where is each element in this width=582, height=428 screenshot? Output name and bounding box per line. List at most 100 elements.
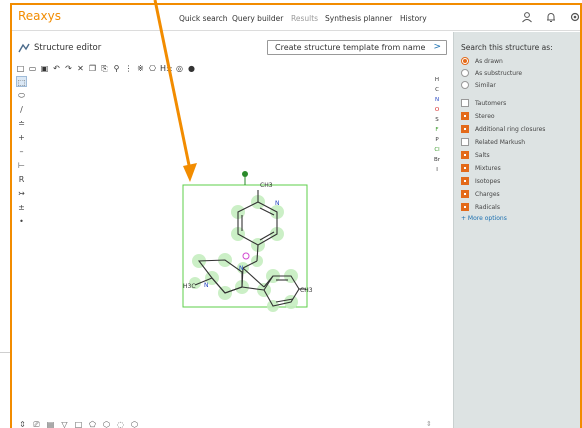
notification-bell-icon[interactable] — [545, 11, 557, 23]
checkbox-related-markush[interactable]: Related Markush — [461, 138, 525, 146]
checkbox-charges[interactable]: Charges — [461, 190, 500, 198]
template-library-icon[interactable]: ▤ — [46, 420, 55, 428]
select-tool-icon[interactable]: ⬚ — [16, 76, 27, 87]
element-c[interactable]: C — [435, 86, 439, 94]
checkbox-isotopes[interactable]: Isotopes — [461, 177, 500, 185]
radio-button-selected[interactable] — [461, 57, 469, 65]
radio-as-substructure[interactable]: As substructure — [461, 69, 522, 77]
new-icon[interactable]: □ — [16, 64, 25, 73]
checkbox-checked[interactable] — [461, 190, 469, 198]
checkbox-checked[interactable] — [461, 177, 469, 185]
copy-icon[interactable]: ❐ — [88, 64, 97, 73]
atom-map-icon[interactable]: ◎ — [175, 64, 184, 73]
settings-gear-icon[interactable] — [569, 11, 580, 23]
checkbox-additional-ring-closures[interactable]: Additional ring closures — [461, 125, 545, 133]
sgroup-tool-icon[interactable]: ⊢ — [16, 160, 27, 171]
plus-reaction-icon[interactable]: ± — [16, 202, 27, 213]
template-cyclopropane-icon[interactable]: ▽ — [60, 420, 69, 428]
undo-icon[interactable]: ↶ — [52, 64, 61, 73]
checkbox-salts[interactable]: Salts — [461, 151, 490, 159]
element-s[interactable]: S — [435, 116, 439, 124]
template-more-icon[interactable]: ⬡ — [130, 420, 139, 428]
create-template-from-name-button[interactable]: Create structure template from name > — [267, 40, 447, 55]
template-arrows-icon[interactable]: ⇕ — [18, 420, 27, 428]
clean-icon[interactable]: ※ — [136, 64, 145, 73]
paste-icon[interactable]: ⎘ — [100, 64, 109, 73]
scroll-arrows-icon[interactable]: ⇕ — [426, 420, 432, 428]
checkbox-label: Salts — [475, 151, 490, 159]
element-o[interactable]: O — [435, 106, 439, 114]
checkbox[interactable] — [461, 99, 469, 107]
radio-label: Similar — [475, 81, 496, 89]
element-h[interactable]: H — [435, 76, 439, 84]
label-methyl-pyridine: CH3 — [260, 182, 273, 189]
charge-minus-icon[interactable]: – — [16, 146, 27, 157]
periodic-element-bar: H C N O S F P Cl Br I — [431, 76, 443, 174]
template-benzene-icon[interactable]: ◌ — [116, 420, 125, 428]
checkbox-checked[interactable] — [461, 112, 469, 120]
radio-label: As drawn — [475, 57, 503, 65]
checkbox-radicals[interactable]: Radicals — [461, 203, 500, 211]
chain-tool-icon[interactable]: ≐ — [16, 118, 27, 129]
drawing-canvas[interactable]: CH3 N N N H3C CH3 — [34, 74, 429, 420]
template-custom-icon[interactable]: ⎚ — [32, 420, 41, 428]
drawing-tools: ⬚ ⬭ ∕ ≐ + – ⊢ R ↣ ± • — [16, 76, 28, 227]
checkbox-stereo[interactable]: Stereo — [461, 112, 495, 120]
zoom-icon[interactable]: ⚲ — [112, 64, 121, 73]
nav-quick-search[interactable]: Quick search — [179, 14, 228, 23]
reaction-arrow-icon[interactable]: ↣ — [16, 188, 27, 199]
info-icon[interactable]: ● — [187, 64, 196, 73]
checkbox-checked[interactable] — [461, 203, 469, 211]
rgroup-tool-icon[interactable]: R — [16, 174, 27, 185]
nav-results[interactable]: Results — [291, 14, 318, 23]
label-methyl-n: H3C — [183, 283, 196, 290]
nav-query-builder[interactable]: Query builder — [232, 14, 283, 23]
delete-icon[interactable]: ✕ — [76, 64, 85, 73]
checkbox-label: Additional ring closures — [475, 125, 546, 133]
open-icon[interactable]: ▭ — [28, 64, 37, 73]
hydrogen-toggle[interactable]: H± — [160, 64, 173, 73]
template-cyclobutane-icon[interactable]: □ — [74, 420, 83, 428]
charge-plus-icon[interactable]: + — [16, 132, 27, 143]
nav-history[interactable]: History — [400, 14, 427, 23]
element-n[interactable]: N — [435, 96, 439, 104]
label-pyridine-n: N — [275, 200, 280, 207]
checkbox[interactable] — [461, 138, 469, 146]
checkbox-tautomers[interactable]: Tautomers — [461, 99, 506, 107]
template-cyclohexane-icon[interactable]: ⬡ — [102, 420, 111, 428]
label-methyl-ring: CH3 — [300, 287, 313, 294]
redo-icon[interactable]: ↷ — [64, 64, 73, 73]
aromatize-icon[interactable]: ⎔ — [148, 64, 157, 73]
checkbox-checked[interactable] — [461, 151, 469, 159]
left-divider — [0, 352, 10, 353]
label-piperidine-n: N — [204, 282, 209, 289]
radio-button[interactable] — [461, 81, 469, 89]
layout-icon[interactable]: ⋮ — [124, 64, 133, 73]
atom-list-icon[interactable]: • — [16, 216, 27, 227]
save-icon[interactable]: ▣ — [40, 64, 49, 73]
element-cl[interactable]: Cl — [434, 146, 439, 154]
radio-button[interactable] — [461, 69, 469, 77]
element-p[interactable]: P — [435, 136, 438, 144]
element-br[interactable]: Br — [434, 156, 440, 164]
user-icon[interactable] — [521, 11, 533, 23]
checkbox-checked[interactable] — [461, 164, 469, 172]
checkbox-checked[interactable] — [461, 125, 469, 133]
radio-as-drawn[interactable]: As drawn — [461, 57, 503, 65]
checkbox-label: Stereo — [475, 112, 495, 120]
editor-title: Structure editor — [34, 43, 102, 53]
eraser-tool-icon[interactable]: ⬭ — [16, 90, 27, 101]
panel-title: Search this structure as: — [461, 43, 553, 52]
bottom-template-bar: ⇕ ⎚ ▤ ▽ □ ⬠ ⬡ ◌ ⬡ — [18, 420, 139, 428]
nav-synthesis-planner[interactable]: Synthesis planner — [325, 14, 392, 23]
element-f[interactable]: F — [435, 126, 438, 134]
more-options-link[interactable]: + More options — [461, 215, 507, 222]
structure-editor-icon — [18, 42, 30, 54]
highlighted-atom-marker — [242, 252, 250, 260]
template-cyclopentane-icon[interactable]: ⬠ — [88, 420, 97, 428]
radio-similar[interactable]: Similar — [461, 81, 496, 89]
bond-tool-icon[interactable]: ∕ — [16, 104, 27, 115]
element-i[interactable]: I — [436, 166, 438, 174]
checkbox-mixtures[interactable]: Mixtures — [461, 164, 501, 172]
reaxys-logo[interactable]: Reaxys — [18, 9, 61, 23]
